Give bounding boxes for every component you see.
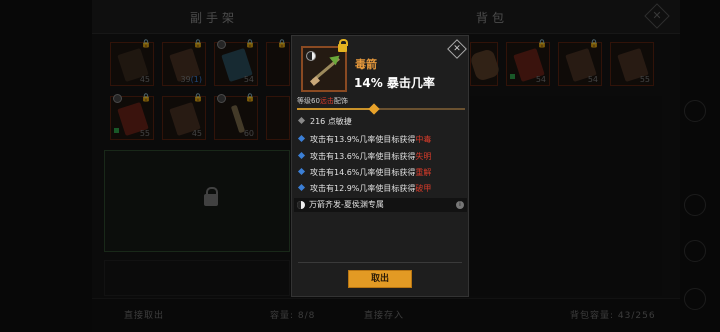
set-bonus-label: 万箭齐发-夏侯渊专属: [309, 200, 384, 209]
bullet-icon: [297, 134, 306, 143]
item-detail-popup: 毒箭 14% 暴击几率 ✕ 等级60远击配饰 216 点敏捷 攻击有13.9%几…: [291, 35, 469, 297]
popup-close-button[interactable]: ✕: [447, 39, 467, 59]
effect-line: 攻击有14.6%几率使目标获得重解: [297, 167, 431, 178]
lock-icon[interactable]: [338, 39, 348, 52]
bullet-icon: [297, 183, 306, 192]
item-name: 毒箭: [355, 58, 377, 71]
bullet-icon: [297, 151, 306, 160]
req-level: 等级60: [297, 97, 320, 105]
yinyang-icon: [306, 51, 316, 61]
req-class: 远击: [319, 97, 334, 105]
yinyang-icon: [297, 201, 305, 209]
effect-line: 攻击有13.9%几率使目标获得中毒: [297, 134, 431, 145]
bullet-icon: [297, 167, 306, 176]
take-out-item-button[interactable]: 取出: [348, 270, 412, 288]
item-requirements: 等级60远击配饰: [297, 96, 348, 106]
base-stat: 216 点敏捷: [297, 116, 352, 127]
item-progress-bar: [297, 103, 465, 115]
bullet-icon: [297, 116, 306, 125]
item-main-stat: 14% 暴击几率: [354, 76, 435, 90]
info-icon[interactable]: i: [456, 201, 464, 209]
effect-line: 攻击有13.6%几率使目标获得失明: [297, 151, 431, 162]
close-icon: ✕: [453, 44, 461, 54]
req-type: 配饰: [333, 97, 348, 105]
progress-knob: [368, 103, 380, 115]
set-bonus-row: 万箭齐发-夏侯渊专属 i: [294, 198, 467, 212]
divider: [298, 262, 462, 263]
progress-fill: [297, 108, 375, 110]
item-portrait: [301, 39, 348, 92]
effect-line: 攻击有12.9%几率使目标获得破甲: [297, 183, 431, 194]
